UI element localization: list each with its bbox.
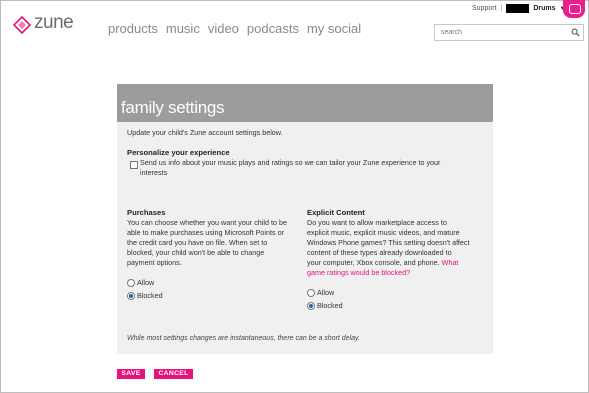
nav-video[interactable]: video [208, 21, 239, 36]
explicit-heading: Explicit Content [307, 208, 365, 217]
explicit-text-line: Windows Phone games? This setting doesn'… [307, 238, 470, 247]
purchases-text-line: blocked, your child won't be able to cha… [127, 248, 265, 257]
top-links-separator: | [500, 5, 503, 12]
family-settings-panel: family settings Update your child's Zune… [117, 84, 493, 354]
purchases-blocked-radio[interactable] [127, 292, 135, 300]
explicit-blocked-radio[interactable] [307, 302, 315, 310]
nav-my-social[interactable]: my social [307, 21, 361, 36]
purchases-allow-radio[interactable] [127, 279, 135, 287]
avatar[interactable] [563, 0, 585, 18]
purchases-blocked-label: Blocked [137, 291, 163, 300]
nav-podcasts[interactable]: podcasts [247, 21, 299, 36]
game-ratings-link-part1[interactable]: What [442, 258, 459, 267]
top-links: Support | Drums ▼ [472, 4, 566, 13]
personalize-checkbox[interactable] [130, 161, 138, 169]
user-name[interactable]: Drums [533, 5, 555, 12]
footnote: While most settings changes are instanta… [127, 335, 360, 342]
personalize-label-line2: interests [140, 168, 168, 177]
explicit-text-line-5: your computer, Xbox console, and phone. [307, 258, 440, 267]
purchases-heading: Purchases [127, 208, 166, 217]
page-title: family settings [121, 98, 225, 117]
purchases-allow-label: Allow [137, 278, 155, 287]
search-box [434, 24, 584, 41]
logo-text: zune [34, 12, 74, 33]
nav-music[interactable]: music [166, 21, 200, 36]
purchases-text-line: the credit card you have on file. When s… [127, 238, 268, 247]
intro-text: Update your child's Zune account setting… [127, 128, 283, 137]
explicit-allow-label: Allow [317, 288, 335, 297]
panel-header: family settings [117, 84, 493, 122]
explicit-blocked-label: Blocked [317, 301, 343, 310]
panel-body: Update your child's Zune account setting… [117, 122, 493, 354]
purchases-text-line: able to make purchases using Microsoft P… [127, 228, 285, 237]
personalize-label-line1: Send us info about your music plays and … [140, 158, 441, 167]
support-link[interactable]: Support [472, 5, 497, 12]
explicit-text-line: your computer, Xbox console, and phone. … [307, 258, 458, 269]
search-input[interactable] [435, 25, 571, 40]
explicit-text-line: content of these types already downloade… [307, 248, 452, 257]
zune-logo[interactable]: zune [13, 12, 74, 38]
explicit-allow-radio[interactable] [307, 289, 315, 297]
zune-logo-icon [13, 16, 31, 34]
game-ratings-link-part2[interactable]: game ratings would be blocked? [307, 268, 410, 279]
purchases-text-line: payment options. [127, 258, 182, 267]
purchases-text-line: You can choose whether you want your chi… [127, 218, 287, 227]
explicit-text-line: Do you want to allow marketplace access … [307, 218, 447, 227]
cancel-button[interactable]: CANCEL [154, 369, 193, 379]
redacted-block [506, 4, 530, 13]
search-icon[interactable] [571, 28, 580, 37]
nav-products[interactable]: products [108, 21, 158, 36]
personalize-heading: Personalize your experience [127, 148, 230, 157]
main-nav: products music video podcasts my social [108, 21, 361, 36]
save-button[interactable]: SAVE [117, 369, 145, 379]
explicit-text-line: explicit music, explicit music videos, a… [307, 228, 460, 237]
